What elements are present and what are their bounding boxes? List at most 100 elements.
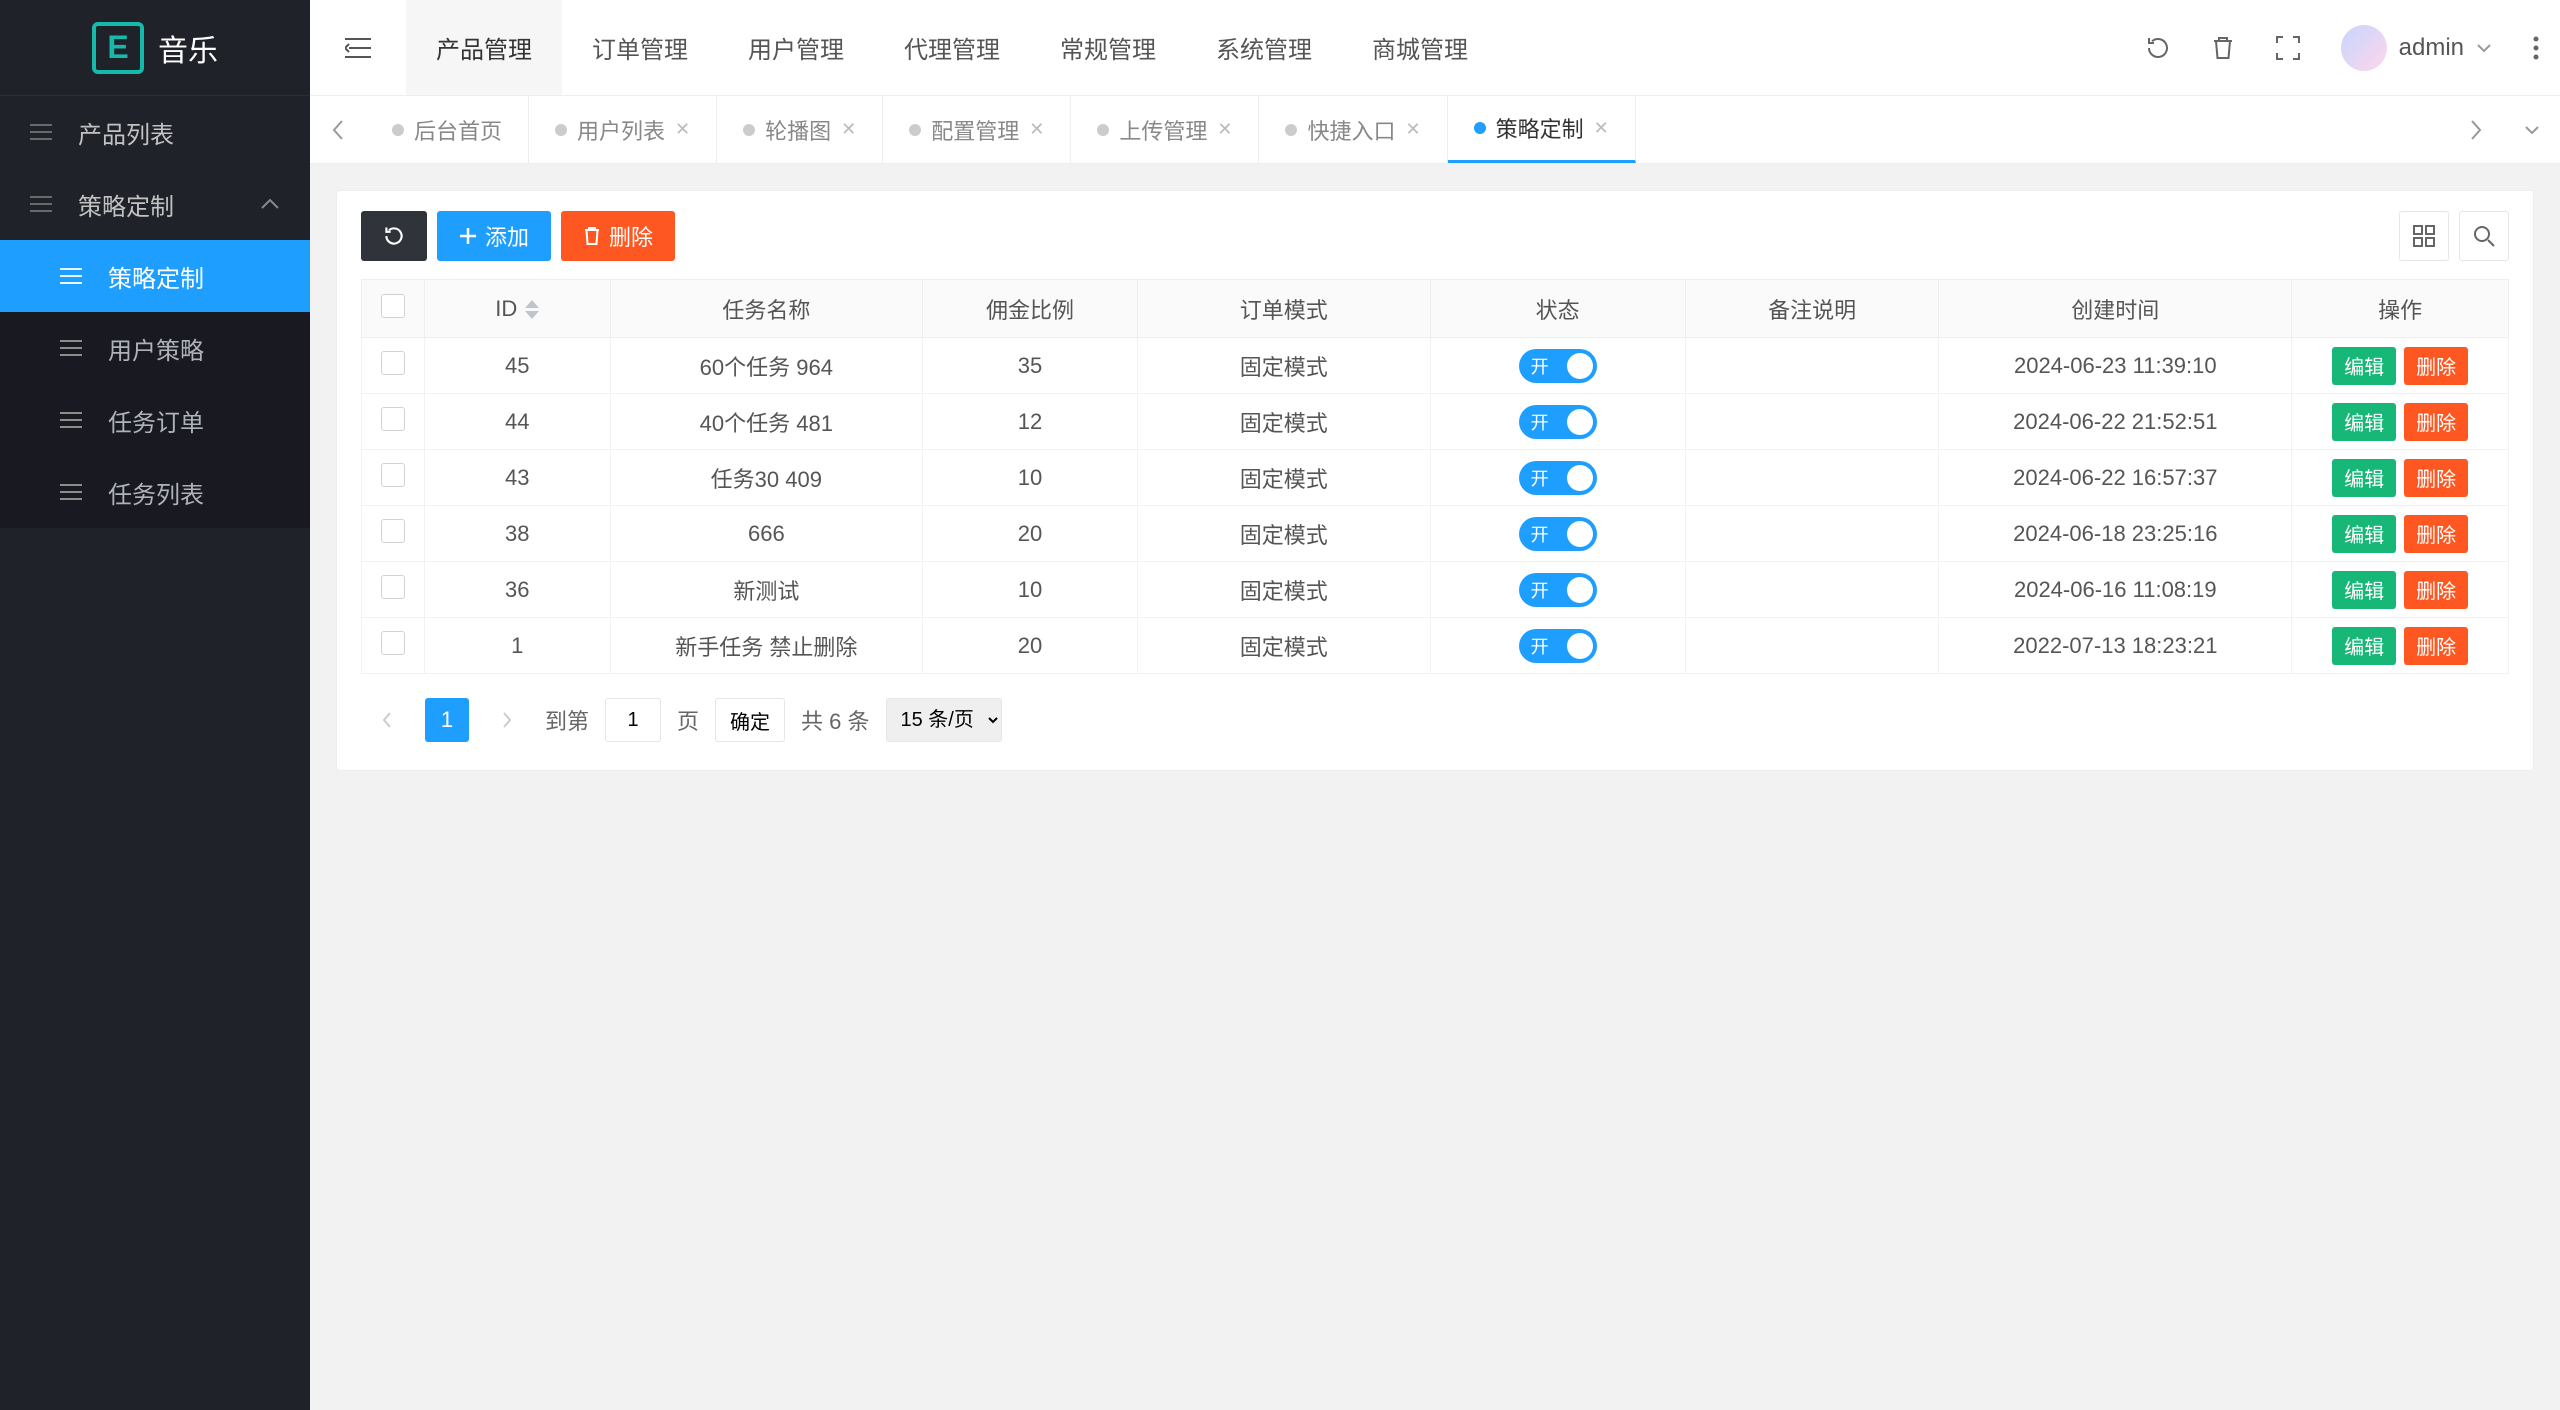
topnav-order[interactable]: 订单管理 — [562, 0, 718, 95]
topnav-general[interactable]: 常规管理 — [1030, 0, 1186, 95]
more-icon[interactable] — [2532, 35, 2540, 61]
refresh-button[interactable] — [361, 211, 427, 261]
topnav-product[interactable]: 产品管理 — [406, 0, 562, 95]
cell-remark — [1685, 618, 1939, 674]
page-size-select[interactable]: 15 条/页 — [886, 698, 1002, 742]
add-button[interactable]: 添加 — [437, 211, 551, 261]
cell-created: 2024-06-22 21:52:51 — [1939, 394, 2292, 450]
status-switch[interactable]: 开 — [1519, 517, 1597, 551]
row-delete-button[interactable]: 删除 — [2404, 459, 2468, 497]
tab-item[interactable]: 快捷入口✕ — [1259, 96, 1447, 163]
delete-button-label: 删除 — [609, 220, 653, 252]
chevron-up-icon — [260, 198, 280, 210]
row-delete-button[interactable]: 删除 — [2404, 347, 2468, 385]
close-icon[interactable]: ✕ — [841, 119, 856, 140]
cell-name: 任务30 409 — [610, 450, 923, 506]
status-switch[interactable]: 开 — [1519, 405, 1597, 439]
tab-dot-icon — [743, 124, 755, 136]
cell-id: 45 — [424, 338, 610, 394]
row-checkbox[interactable] — [381, 519, 405, 543]
sidebar-item-products[interactable]: 产品列表 — [0, 96, 310, 168]
topnav-system[interactable]: 系统管理 — [1186, 0, 1342, 95]
table-card: 添加 删除 ID 任务名称 佣金比例 — [336, 190, 2534, 771]
col-rate: 佣金比例 — [923, 280, 1138, 338]
row-edit-button[interactable]: 编辑 — [2332, 515, 2396, 553]
tab-item[interactable]: 配置管理✕ — [883, 96, 1071, 163]
status-switch[interactable]: 开 — [1519, 629, 1597, 663]
row-edit-button[interactable]: 编辑 — [2332, 571, 2396, 609]
sidebar-collapse-button[interactable] — [310, 0, 406, 95]
col-id[interactable]: ID — [424, 280, 610, 338]
sidebar-sub-task-orders[interactable]: 任务订单 — [0, 384, 310, 456]
tab-item[interactable]: 上传管理✕ — [1071, 96, 1259, 163]
tabs-scroll-right[interactable] — [2448, 96, 2504, 163]
user-menu[interactable]: admin — [2341, 25, 2492, 71]
cell-id: 38 — [424, 506, 610, 562]
delete-button[interactable]: 删除 — [561, 211, 675, 261]
tab-item[interactable]: 用户列表✕ — [529, 96, 717, 163]
columns-button[interactable] — [2399, 211, 2449, 261]
status-switch[interactable]: 开 — [1519, 349, 1597, 383]
page-input[interactable] — [605, 698, 661, 742]
cell-id: 36 — [424, 562, 610, 618]
status-switch[interactable]: 开 — [1519, 573, 1597, 607]
sidebar-sub-task-list[interactable]: 任务列表 — [0, 456, 310, 528]
close-icon[interactable]: ✕ — [1594, 118, 1609, 139]
data-table: ID 任务名称 佣金比例 订单模式 状态 备注说明 创建时间 操作 4560个任… — [361, 279, 2509, 674]
cell-id: 44 — [424, 394, 610, 450]
close-icon[interactable]: ✕ — [1217, 119, 1232, 140]
tab-label: 策略定制 — [1496, 112, 1584, 144]
close-icon[interactable]: ✕ — [675, 119, 690, 140]
row-checkbox[interactable] — [381, 631, 405, 655]
toolbar: 添加 删除 — [361, 211, 2509, 261]
page-go-button[interactable]: 确定 — [715, 698, 785, 742]
list-icon — [60, 339, 94, 357]
sort-icon — [525, 300, 539, 319]
row-edit-button[interactable]: 编辑 — [2332, 347, 2396, 385]
row-edit-button[interactable]: 编辑 — [2332, 403, 2396, 441]
cell-created: 2022-07-13 18:23:21 — [1939, 618, 2292, 674]
list-icon — [30, 123, 64, 141]
row-delete-button[interactable]: 删除 — [2404, 627, 2468, 665]
row-checkbox[interactable] — [381, 575, 405, 599]
status-switch[interactable]: 开 — [1519, 461, 1597, 495]
row-edit-button[interactable]: 编辑 — [2332, 459, 2396, 497]
sidebar-item-strategy[interactable]: 策略定制 — [0, 168, 310, 240]
topnav-shop[interactable]: 商城管理 — [1342, 0, 1498, 95]
checkbox-all[interactable] — [381, 294, 405, 318]
topnav-agent[interactable]: 代理管理 — [874, 0, 1030, 95]
trash-icon[interactable] — [2211, 35, 2235, 61]
cell-mode: 固定模式 — [1137, 618, 1430, 674]
page-next[interactable] — [485, 698, 529, 742]
app-logo[interactable]: E 音乐 — [0, 0, 310, 96]
tabs-scroll-left[interactable] — [310, 96, 366, 163]
topbar-right: admin — [2145, 0, 2560, 95]
row-checkbox[interactable] — [381, 407, 405, 431]
close-icon[interactable]: ✕ — [1405, 119, 1420, 140]
tab-item[interactable]: 策略定制 ✕ — [1448, 96, 1636, 163]
page-number[interactable]: 1 — [425, 698, 469, 742]
pagination: 1 到第 页 确定 共 6 条 15 条/页 — [361, 690, 2509, 750]
table-row: 4560个任务 96435固定模式开2024-06-23 11:39:10编辑删… — [362, 338, 2509, 394]
chevron-down-icon — [2476, 43, 2492, 53]
list-icon — [60, 411, 94, 429]
row-delete-button[interactable]: 删除 — [2404, 515, 2468, 553]
tab-item[interactable]: 后台首页 — [366, 96, 529, 163]
close-icon[interactable]: ✕ — [1029, 119, 1044, 140]
row-checkbox[interactable] — [381, 463, 405, 487]
row-delete-button[interactable]: 删除 — [2404, 403, 2468, 441]
row-edit-button[interactable]: 编辑 — [2332, 627, 2396, 665]
row-checkbox[interactable] — [381, 351, 405, 375]
page-prev[interactable] — [365, 698, 409, 742]
refresh-icon[interactable] — [2145, 35, 2171, 61]
tabs-menu[interactable] — [2504, 96, 2560, 163]
row-delete-button[interactable]: 删除 — [2404, 571, 2468, 609]
tab-item[interactable]: 轮播图✕ — [717, 96, 883, 163]
sidebar-sub-strategy-custom[interactable]: 策略定制 — [0, 240, 310, 312]
fullscreen-icon[interactable] — [2275, 35, 2301, 61]
topnav-user[interactable]: 用户管理 — [718, 0, 874, 95]
sidebar-sub-user-strategy[interactable]: 用户策略 — [0, 312, 310, 384]
search-button[interactable] — [2459, 211, 2509, 261]
sidebar-sub-label: 任务列表 — [108, 475, 204, 510]
sidebar-item-label: 策略定制 — [78, 187, 174, 222]
